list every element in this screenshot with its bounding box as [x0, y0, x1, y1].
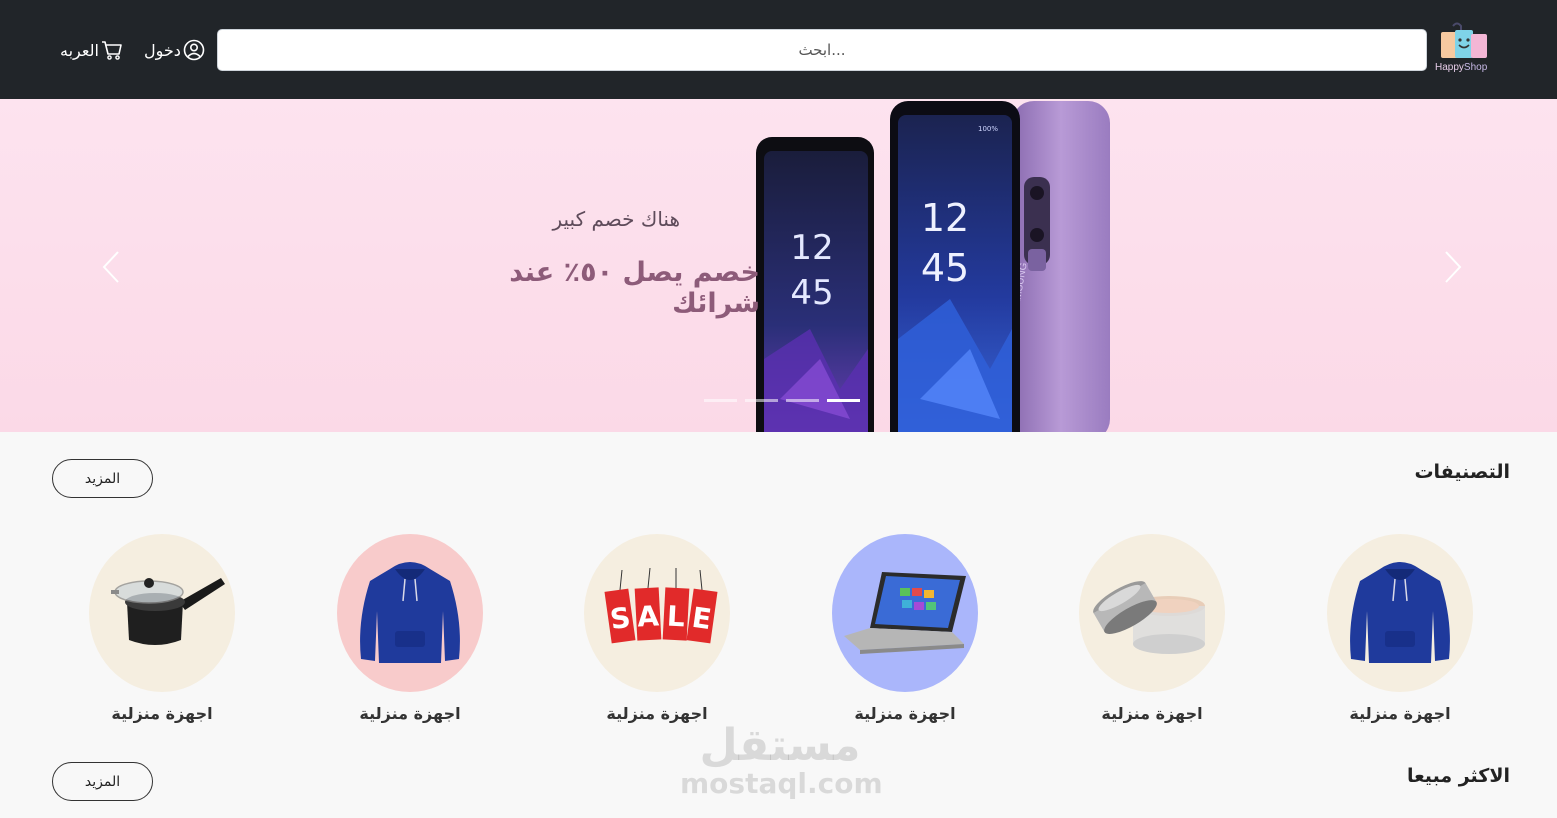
- category-image: [337, 534, 483, 692]
- carousel-indicators: [704, 399, 860, 402]
- carousel-indicator-4[interactable]: [827, 399, 860, 402]
- hoodie-icon: [355, 551, 465, 675]
- category-item[interactable]: اجهزة منزلية: [1079, 534, 1225, 723]
- chevron-left-icon: [96, 251, 126, 291]
- phones-image: SAMSUNG 12 45 100% 12 45: [750, 99, 1120, 432]
- carousel-indicator-3[interactable]: [786, 399, 819, 402]
- top-navbar: HappyShop دخول العربه: [0, 0, 1557, 99]
- cooking-pot-icon: [97, 566, 227, 660]
- category-item[interactable]: اجهزة منزلية: [832, 534, 978, 723]
- carousel-indicator-2[interactable]: [745, 399, 778, 402]
- category-item[interactable]: اجهزة منزلية: [1327, 534, 1473, 723]
- carousel-next-button[interactable]: [1438, 247, 1468, 287]
- category-label: اجهزة منزلية: [1349, 704, 1451, 723]
- cart-icon: [101, 39, 123, 61]
- sale-letter-l: L: [666, 600, 686, 634]
- sale-tags-icon: S A L E: [592, 566, 722, 660]
- phone-time-minutes-middle: 45: [921, 246, 969, 290]
- category-image: [1327, 534, 1473, 692]
- hoodie-icon: [1345, 551, 1455, 675]
- laptop-icon: [840, 566, 970, 660]
- logo-text-happy: Happy: [1435, 62, 1464, 73]
- phone-time-hours-left: 12: [790, 228, 833, 268]
- user-circle-icon: [183, 39, 205, 61]
- language-label: العربه: [60, 40, 99, 60]
- search-input[interactable]: [217, 29, 1427, 71]
- category-item[interactable]: اجهزة منزلية: [337, 534, 483, 723]
- login-link[interactable]: دخول: [144, 36, 205, 64]
- category-image: S A L E: [584, 534, 730, 692]
- login-label: دخول: [144, 40, 181, 60]
- watermark-latin: mostaql.com: [680, 767, 883, 800]
- watermark-arabic: مستقل: [699, 720, 861, 771]
- cosmetics-jar-icon: [1087, 566, 1217, 660]
- category-item[interactable]: اجهزة منزلية: [89, 534, 235, 723]
- logo-text: HappyShop: [1435, 62, 1487, 73]
- best-sellers-title: الاكثر مبيعا: [1406, 765, 1510, 787]
- watermark: مستقل mostaql.com: [680, 720, 883, 800]
- category-item[interactable]: S A L E اجهزة منزلية: [584, 534, 730, 723]
- category-image: [89, 534, 235, 692]
- language-cart-link[interactable]: العربه: [60, 36, 123, 64]
- logo-text-shop: Shop: [1463, 62, 1488, 73]
- categories-more-button[interactable]: المزيد: [52, 459, 153, 498]
- category-label: اجهزة منزلية: [359, 704, 461, 723]
- phone-time-minutes-left: 45: [790, 273, 833, 313]
- category-label: اجهزة منزلية: [111, 704, 213, 723]
- hero-carousel: SAMSUNG 12 45 100% 12 45 هناك خصم كبير خ…: [0, 99, 1557, 432]
- category-label: اجهزة منزلية: [1101, 704, 1203, 723]
- categories-title: التصنيفات: [1414, 461, 1510, 483]
- chevron-right-icon: [1438, 251, 1468, 291]
- phone-battery-text: 100%: [978, 125, 998, 133]
- best-sellers-more-button[interactable]: المزيد: [52, 762, 153, 801]
- sale-letter-a: A: [636, 599, 660, 633]
- phone-time-hours-middle: 12: [921, 196, 969, 240]
- hero-subtitle: هناك خصم كبير: [552, 207, 680, 231]
- carousel-indicator-1[interactable]: [704, 399, 737, 402]
- category-image: [1079, 534, 1225, 692]
- hero-title: خصم يصل ٥٠٪ عند شرائك: [509, 257, 760, 319]
- category-image: [832, 534, 978, 692]
- carousel-prev-button[interactable]: [96, 247, 126, 287]
